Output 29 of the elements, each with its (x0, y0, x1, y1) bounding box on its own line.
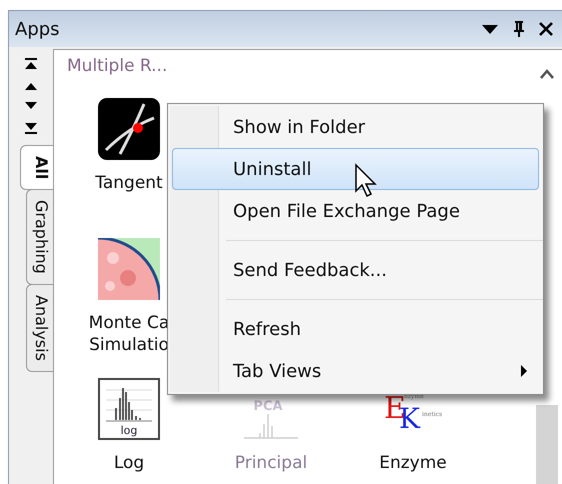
dropdown-icon[interactable] (480, 23, 500, 35)
scroll-up-icon[interactable] (539, 68, 555, 80)
panel-title: Apps (15, 18, 60, 40)
tangent-icon[interactable] (98, 98, 160, 160)
scroll-up-icon[interactable] (24, 81, 38, 91)
menu-item[interactable]: Tab Views (172, 350, 539, 392)
menu-item[interactable]: Send Feedback... (172, 249, 539, 291)
menu-item[interactable]: Open File Exchange Page (172, 190, 539, 232)
pin-icon[interactable] (512, 20, 526, 38)
side-tab[interactable]: Graphing (26, 189, 53, 286)
menu-item[interactable]: Show in Folder (172, 106, 539, 148)
app-label: Log (114, 452, 144, 474)
app-label: Principal (234, 452, 308, 474)
side-tab[interactable]: Analysis (26, 284, 53, 372)
scrollbar-thumb[interactable] (536, 405, 558, 484)
close-icon[interactable] (538, 21, 554, 37)
menu-item[interactable]: Refresh (172, 308, 539, 350)
scroll-bottom-icon[interactable] (24, 121, 38, 135)
app-label: Enzyme (379, 452, 447, 474)
app-label: Simulatio (89, 334, 169, 356)
section-title: Multiple R... (66, 55, 168, 78)
monte-carlo-icon[interactable] (98, 238, 160, 300)
app-label: Tangent (95, 172, 163, 194)
scroll-top-icon[interactable] (24, 57, 38, 71)
menu-item[interactable]: Uninstall (172, 148, 539, 190)
side-tab[interactable]: All (20, 145, 53, 190)
app-label: Monte Ca (88, 312, 170, 334)
scroll-down-icon[interactable] (24, 101, 38, 111)
histogram-icon[interactable]: log (98, 378, 160, 440)
